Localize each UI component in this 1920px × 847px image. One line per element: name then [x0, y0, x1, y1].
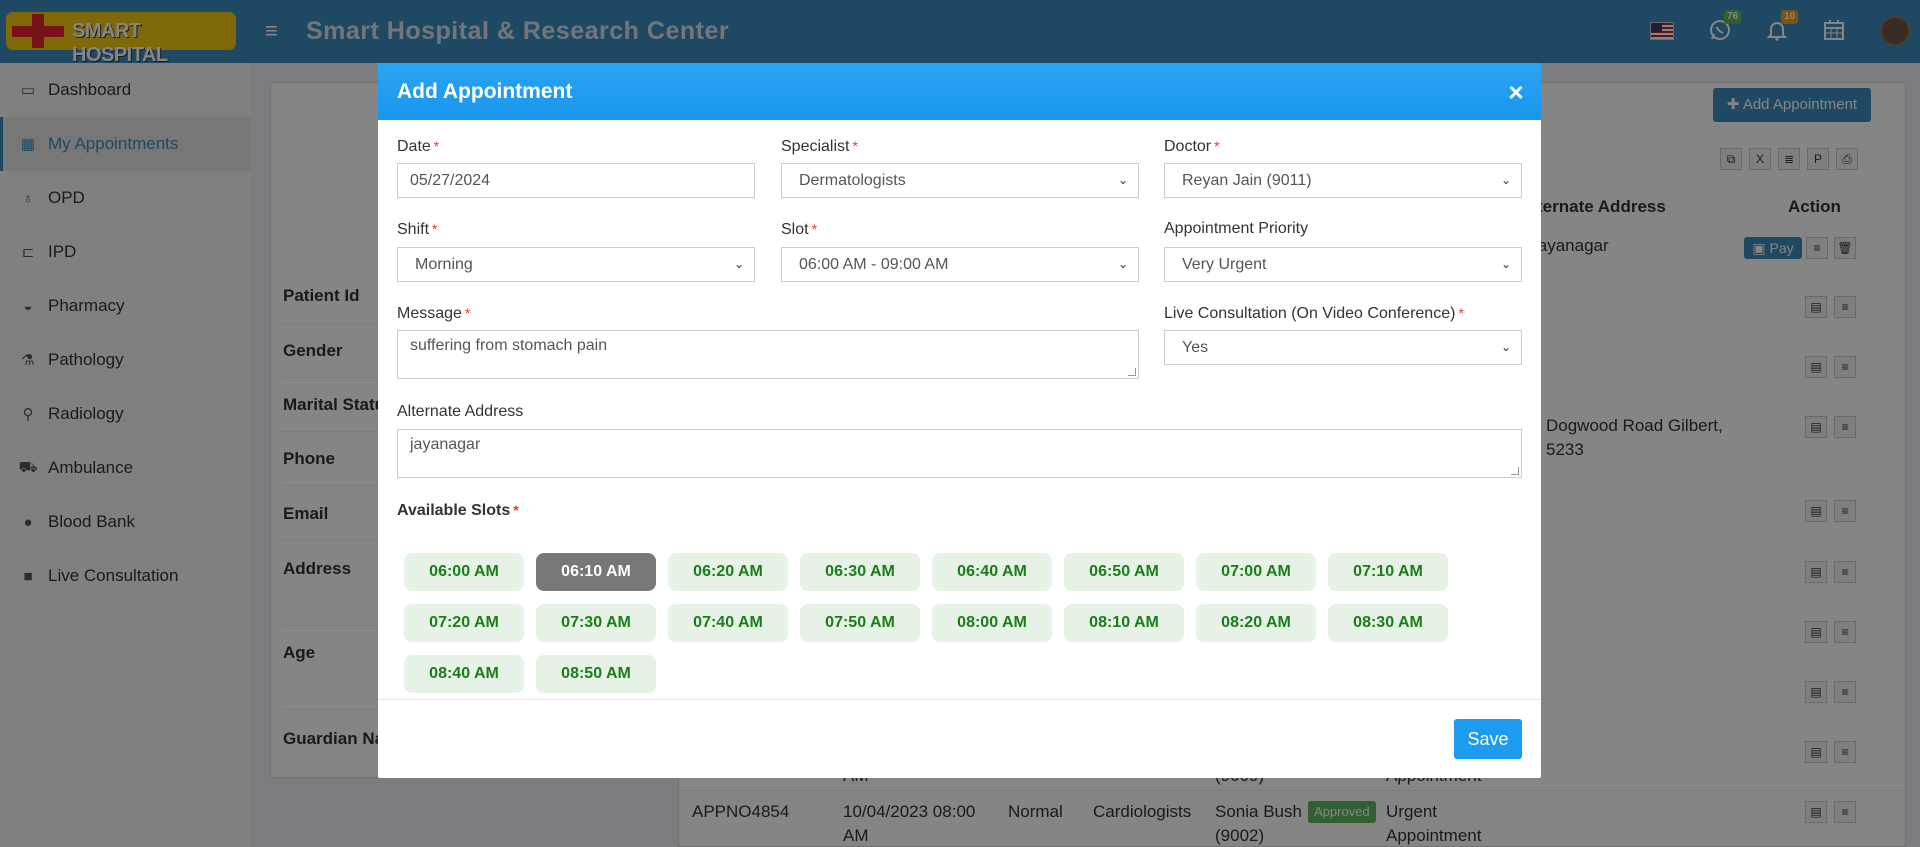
- doctor-select[interactable]: Reyan Jain (9011) ⌄: [1164, 163, 1522, 198]
- close-icon[interactable]: ×: [1504, 77, 1528, 107]
- message-label: Message *: [397, 305, 471, 322]
- specialist-select[interactable]: Dermatologists ⌄: [781, 163, 1139, 198]
- doctor-label: Doctor *: [1164, 138, 1220, 155]
- chevron-down-icon: ⌄: [1117, 173, 1128, 187]
- slot-label: Slot *: [781, 221, 818, 238]
- chevron-down-icon: ⌄: [1500, 340, 1511, 354]
- live-consultation-label: Live Consultation (On Video Conference) *: [1164, 305, 1464, 322]
- slot-button[interactable]: 06:00 AM: [404, 553, 524, 591]
- slot-button[interactable]: 06:10 AM: [536, 553, 656, 591]
- add-appointment-modal: Add Appointment × Date * 05/27/2024 Speci…: [378, 63, 1541, 778]
- slot-button[interactable]: 08:20 AM: [1196, 604, 1316, 642]
- resize-handle[interactable]: [1511, 467, 1519, 475]
- live-consultation-select[interactable]: Yes ⌄: [1164, 330, 1522, 365]
- alternate-address-label: Alternate Address: [397, 403, 524, 420]
- slot-button[interactable]: 08:40 AM: [404, 655, 524, 693]
- slot-button[interactable]: 06:20 AM: [668, 553, 788, 591]
- message-textarea[interactable]: suffering from stomach pain: [397, 330, 1139, 379]
- chevron-down-icon: ⌄: [733, 257, 744, 271]
- available-slots-label: Available Slots *: [397, 502, 519, 519]
- modal-header: Add Appointment ×: [378, 63, 1541, 120]
- slot-button[interactable]: 07:40 AM: [668, 604, 788, 642]
- save-button[interactable]: Save: [1454, 719, 1522, 759]
- slot-button[interactable]: 08:00 AM: [932, 604, 1052, 642]
- slot-button[interactable]: 08:10 AM: [1064, 604, 1184, 642]
- slot-button[interactable]: 06:40 AM: [932, 553, 1052, 591]
- modal-footer-divider: [378, 699, 1541, 700]
- specialist-label: Specialist *: [781, 138, 858, 155]
- shift-select[interactable]: Morning ⌄: [397, 247, 755, 282]
- slot-button[interactable]: 06:30 AM: [800, 553, 920, 591]
- appointment-priority-select[interactable]: Very Urgent ⌄: [1164, 247, 1522, 282]
- modal-title: Add Appointment: [397, 80, 573, 103]
- slot-button[interactable]: 08:30 AM: [1328, 604, 1448, 642]
- slot-button[interactable]: 07:50 AM: [800, 604, 920, 642]
- slot-button[interactable]: 07:10 AM: [1328, 553, 1448, 591]
- chevron-down-icon: ⌄: [1500, 257, 1511, 271]
- slot-button[interactable]: 07:30 AM: [536, 604, 656, 642]
- shift-label: Shift *: [397, 221, 438, 238]
- slot-button[interactable]: 07:20 AM: [404, 604, 524, 642]
- slot-button[interactable]: 07:00 AM: [1196, 553, 1316, 591]
- alternate-address-textarea[interactable]: jayanagar: [397, 429, 1522, 478]
- date-label: Date *: [397, 138, 440, 155]
- date-input[interactable]: 05/27/2024: [397, 163, 755, 198]
- slot-button[interactable]: 08:50 AM: [536, 655, 656, 693]
- chevron-down-icon: ⌄: [1500, 173, 1511, 187]
- slot-select[interactable]: 06:00 AM - 09:00 AM ⌄: [781, 247, 1139, 282]
- slot-button[interactable]: 06:50 AM: [1064, 553, 1184, 591]
- resize-handle[interactable]: [1128, 368, 1136, 376]
- chevron-down-icon: ⌄: [1117, 257, 1128, 271]
- appointment-priority-label: Appointment Priority: [1164, 220, 1309, 237]
